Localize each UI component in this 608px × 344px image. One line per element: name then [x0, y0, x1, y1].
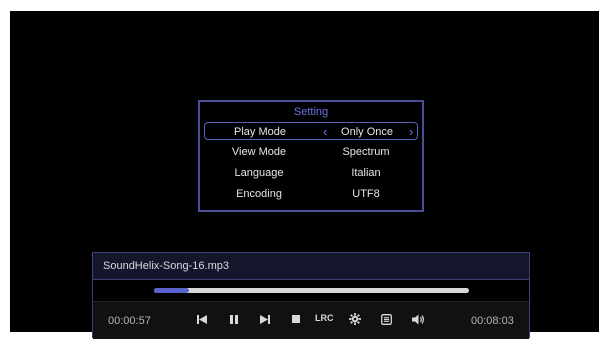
- setting-label: Encoding: [236, 188, 282, 200]
- playlist-icon[interactable]: [381, 314, 392, 325]
- setting-value: Spectrum: [342, 146, 390, 158]
- prev-track-icon[interactable]: [197, 315, 207, 324]
- elapsed-time: 00:00:57: [108, 315, 151, 327]
- right-arrow-icon[interactable]: ›: [409, 124, 413, 139]
- setting-value: Italian: [351, 167, 381, 179]
- controls-bar: 00:00:57 LRC 00:08:03: [93, 301, 529, 339]
- volume-icon[interactable]: [412, 314, 425, 325]
- setting-label: View Mode: [231, 146, 287, 158]
- setting-value: Only Once: [341, 126, 393, 138]
- setting-row-encoding[interactable]: Encoding UTF8: [204, 185, 418, 203]
- lrc-button[interactable]: LRC: [315, 313, 334, 323]
- tv-screen: Setting Play Mode ‹ Only Once › View Mod…: [10, 11, 599, 339]
- setting-label: Play Mode: [234, 126, 286, 138]
- setting-row-view-mode[interactable]: View Mode Spectrum: [204, 143, 418, 161]
- stop-icon[interactable]: [292, 315, 300, 323]
- setting-dialog: Setting Play Mode ‹ Only Once › View Mod…: [198, 100, 424, 212]
- next-track-icon[interactable]: [260, 315, 270, 324]
- progress-fill: [154, 288, 189, 293]
- settings-gear-icon[interactable]: [349, 313, 361, 325]
- filename-bar: SoundHelix-Song-16.mp3: [93, 253, 529, 280]
- total-time: 00:08:03: [471, 315, 514, 327]
- setting-row-language[interactable]: Language Italian: [204, 164, 418, 182]
- setting-value: UTF8: [352, 188, 380, 200]
- setting-row-play-mode[interactable]: Play Mode ‹ Only Once ›: [204, 122, 418, 140]
- dialog-title: Setting: [293, 106, 329, 118]
- track-filename: SoundHelix-Song-16.mp3: [103, 260, 229, 272]
- player-bar: SoundHelix-Song-16.mp3 00:00:57 LRC 00:0…: [92, 252, 530, 339]
- progress-bar[interactable]: [154, 288, 469, 293]
- setting-label: Language: [234, 167, 284, 179]
- pause-icon[interactable]: [230, 315, 238, 324]
